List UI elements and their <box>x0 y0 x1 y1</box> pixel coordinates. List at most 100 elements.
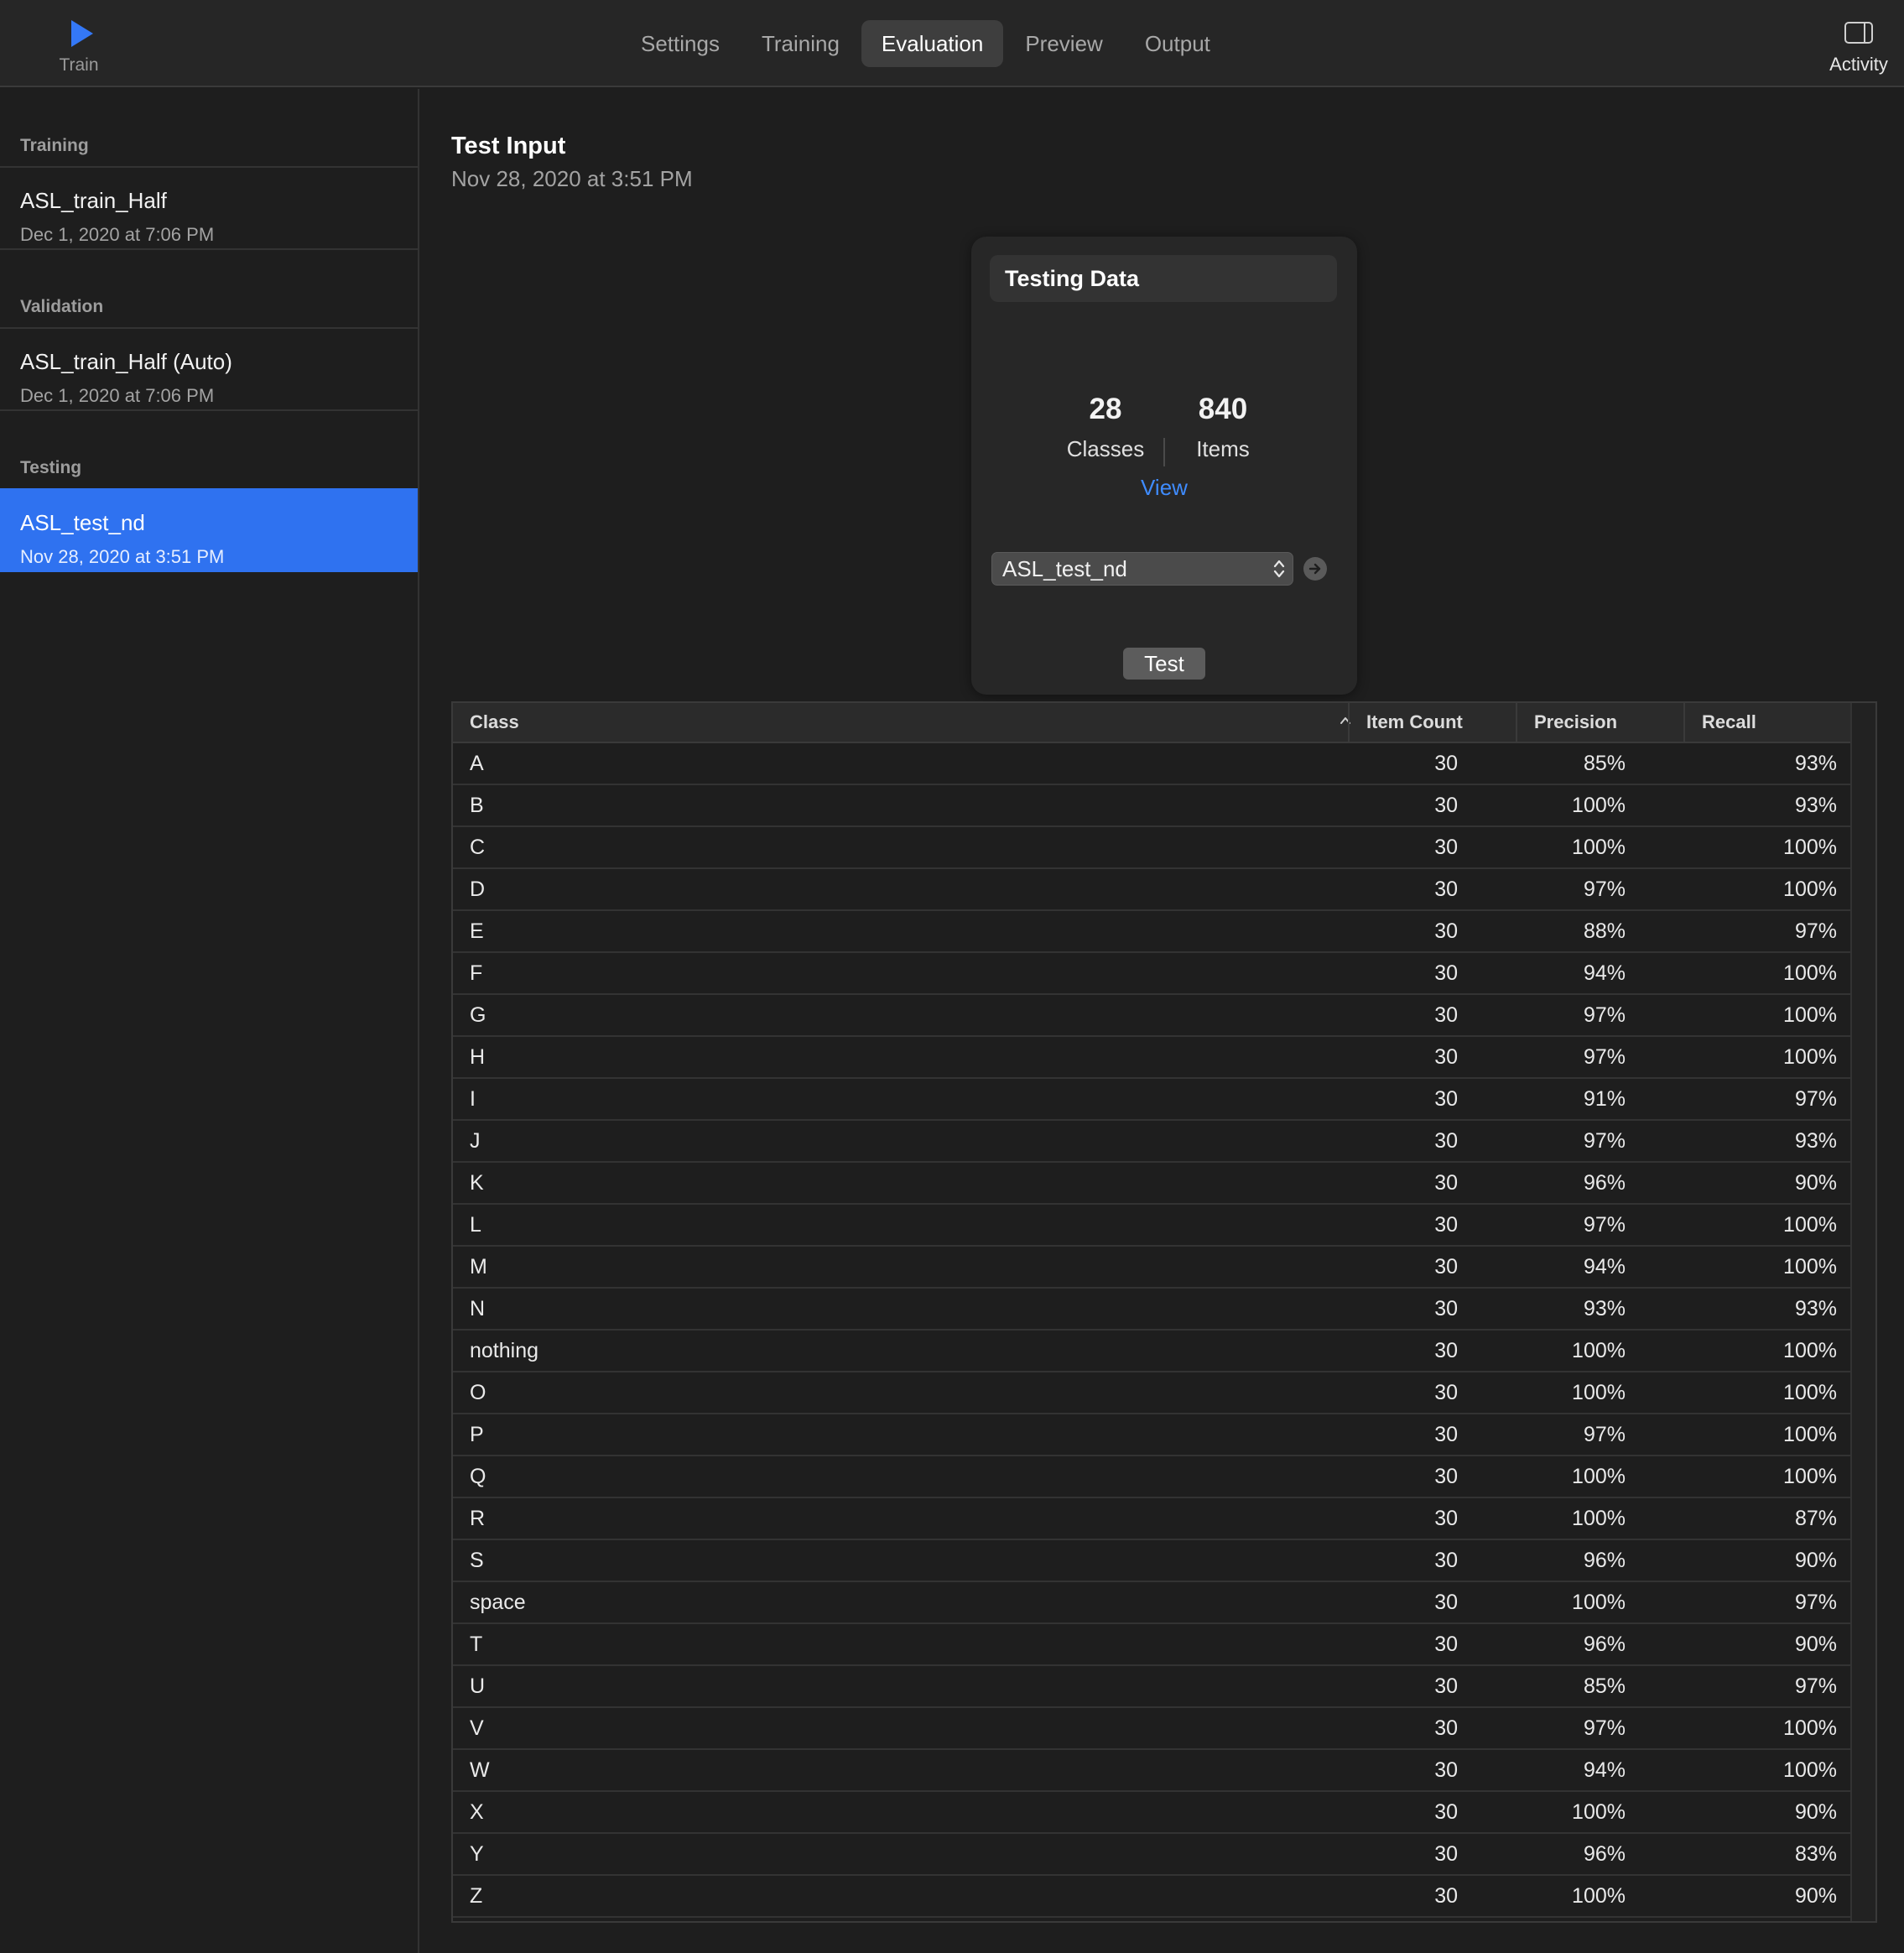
testing-data-card: Testing Data 28 Classes 840 Items View A… <box>971 237 1357 695</box>
table-row[interactable]: X 30 100% 90% <box>453 1792 1852 1834</box>
class-cell: Z <box>470 1884 483 1908</box>
table-row[interactable]: H 30 97% 100% <box>453 1037 1852 1079</box>
table-row[interactable]: F 30 94% 100% <box>453 953 1852 995</box>
item-count-cell: 30 <box>1434 1549 1458 1572</box>
dataset-picker[interactable]: ASL_test_nd <box>991 552 1293 586</box>
page-subtitle: Nov 28, 2020 at 3:51 PM <box>451 166 693 191</box>
sidebar-item-validation-data[interactable]: ASL_train_Half (Auto) Dec 1, 2020 at 7:0… <box>0 327 418 411</box>
table-row[interactable]: O 30 100% 100% <box>453 1372 1852 1414</box>
item-count-cell: 30 <box>1434 1171 1458 1195</box>
vertical-scrollbar[interactable] <box>1850 703 1875 1921</box>
item-count-cell: 30 <box>1434 1842 1458 1866</box>
test-button[interactable]: Test <box>1123 648 1205 680</box>
table-row[interactable]: Y 30 96% 83% <box>453 1834 1852 1876</box>
activity-button[interactable]: Activity <box>1818 18 1899 86</box>
recall-cell: 97% <box>1794 919 1837 943</box>
tab-training[interactable]: Training <box>741 20 860 67</box>
recall-cell: 90% <box>1794 1171 1837 1195</box>
precision-cell: 85% <box>1583 752 1626 775</box>
table-row[interactable]: C 30 100% 100% <box>453 827 1852 869</box>
tab-settings[interactable]: Settings <box>621 20 740 67</box>
table-row[interactable]: T 30 96% 90% <box>453 1624 1852 1666</box>
table-row[interactable]: K 30 96% 90% <box>453 1163 1852 1205</box>
class-cell: N <box>470 1297 486 1320</box>
tab-evaluation[interactable]: Evaluation <box>861 20 1004 67</box>
go-arrow-button[interactable] <box>1303 557 1327 581</box>
table-row[interactable]: D 30 97% 100% <box>453 869 1852 911</box>
view-link[interactable]: View <box>971 475 1357 501</box>
precision-cell: 100% <box>1572 836 1626 859</box>
class-cell: U <box>470 1674 486 1698</box>
item-count-cell: 30 <box>1434 1003 1458 1027</box>
item-count-cell: 30 <box>1434 1758 1458 1782</box>
item-count-cell: 30 <box>1434 1213 1458 1237</box>
class-cell: space <box>470 1591 526 1614</box>
recall-cell: 100% <box>1783 1213 1837 1237</box>
precision-cell: 96% <box>1583 1633 1626 1656</box>
card-title: Testing Data <box>990 255 1337 302</box>
table-row[interactable]: G 30 97% 100% <box>453 995 1852 1037</box>
class-cell: O <box>470 1381 486 1404</box>
table-row[interactable]: A 30 85% 93% <box>453 743 1852 785</box>
item-count-cell: 30 <box>1434 836 1458 859</box>
recall-cell: 97% <box>1794 1591 1837 1614</box>
item-count-cell: 30 <box>1434 1129 1458 1153</box>
class-cell: Q <box>470 1465 486 1488</box>
class-cell: G <box>470 1003 486 1027</box>
recall-cell: 87% <box>1794 1507 1837 1530</box>
precision-cell: 100% <box>1572 1591 1626 1614</box>
table-row[interactable]: Q 30 100% 100% <box>453 1456 1852 1498</box>
table-row[interactable]: W 30 94% 100% <box>453 1750 1852 1792</box>
items-label: Items <box>1196 436 1250 461</box>
tab-output[interactable]: Output <box>1125 20 1230 67</box>
sidebar-item-name: ASL_train_Half (Auto) <box>20 349 232 374</box>
train-button[interactable]: Train <box>42 15 116 82</box>
recall-cell: 100% <box>1783 1758 1837 1782</box>
column-header-recall[interactable]: Recall <box>1683 703 1852 742</box>
table-row[interactable]: B 30 100% 93% <box>453 785 1852 827</box>
table-row[interactable]: nothing 30 100% 100% <box>453 1331 1852 1372</box>
column-header-item-count[interactable]: Item Count <box>1348 703 1516 742</box>
precision-cell: 91% <box>1583 1087 1626 1111</box>
precision-cell: 96% <box>1583 1549 1626 1572</box>
precision-cell: 97% <box>1583 1213 1626 1237</box>
sidebar-item-name: ASL_test_nd <box>20 510 145 535</box>
precision-cell: 97% <box>1583 1129 1626 1153</box>
table-header: Class Item Count Precision Recall <box>453 703 1852 743</box>
train-label: Train <box>59 55 99 75</box>
table-row[interactable]: I 30 91% 97% <box>453 1079 1852 1121</box>
table-row[interactable]: S 30 96% 90% <box>453 1540 1852 1582</box>
tab-preview[interactable]: Preview <box>1005 20 1122 67</box>
table-row[interactable]: J 30 97% 93% <box>453 1121 1852 1163</box>
table-row[interactable]: U 30 85% 97% <box>453 1666 1852 1708</box>
table-row[interactable]: R 30 100% 87% <box>453 1498 1852 1540</box>
class-cell: P <box>470 1423 484 1446</box>
sidebar-item-testing-data[interactable]: ASL_test_nd Nov 28, 2020 at 3:51 PM <box>0 488 418 572</box>
table-row[interactable]: N 30 93% 93% <box>453 1289 1852 1331</box>
class-cell: H <box>470 1045 486 1069</box>
column-header-precision[interactable]: Precision <box>1516 703 1683 742</box>
recall-cell: 100% <box>1783 836 1837 859</box>
class-cell: R <box>470 1507 486 1530</box>
column-header-class[interactable]: Class <box>453 703 1348 742</box>
item-count-cell: 30 <box>1434 1884 1458 1908</box>
table-row[interactable]: L 30 97% 100% <box>453 1205 1852 1247</box>
table-row[interactable]: Z 30 100% 90% <box>453 1876 1852 1918</box>
page-title: Test Input <box>451 133 566 159</box>
item-count-cell: 30 <box>1434 752 1458 775</box>
table-row[interactable]: E 30 88% 97% <box>453 911 1852 953</box>
activity-label: Activity <box>1829 54 1888 75</box>
table-row[interactable]: V 30 97% 100% <box>453 1708 1852 1750</box>
item-count-cell: 30 <box>1434 1507 1458 1530</box>
recall-cell: 83% <box>1794 1842 1837 1866</box>
table-row[interactable]: space 30 100% 97% <box>453 1582 1852 1624</box>
item-count-cell: 30 <box>1434 1087 1458 1111</box>
precision-cell: 100% <box>1572 1800 1626 1824</box>
table-row[interactable]: P 30 97% 100% <box>453 1414 1852 1456</box>
stat-divider <box>1163 438 1165 466</box>
sidebar-item-training-data[interactable]: ASL_train_Half Dec 1, 2020 at 7:06 PM <box>0 166 418 250</box>
table-row[interactable]: M 30 94% 100% <box>453 1247 1852 1289</box>
recall-cell: 100% <box>1783 1255 1837 1279</box>
recall-cell: 100% <box>1783 961 1837 985</box>
precision-cell: 100% <box>1572 1465 1626 1488</box>
